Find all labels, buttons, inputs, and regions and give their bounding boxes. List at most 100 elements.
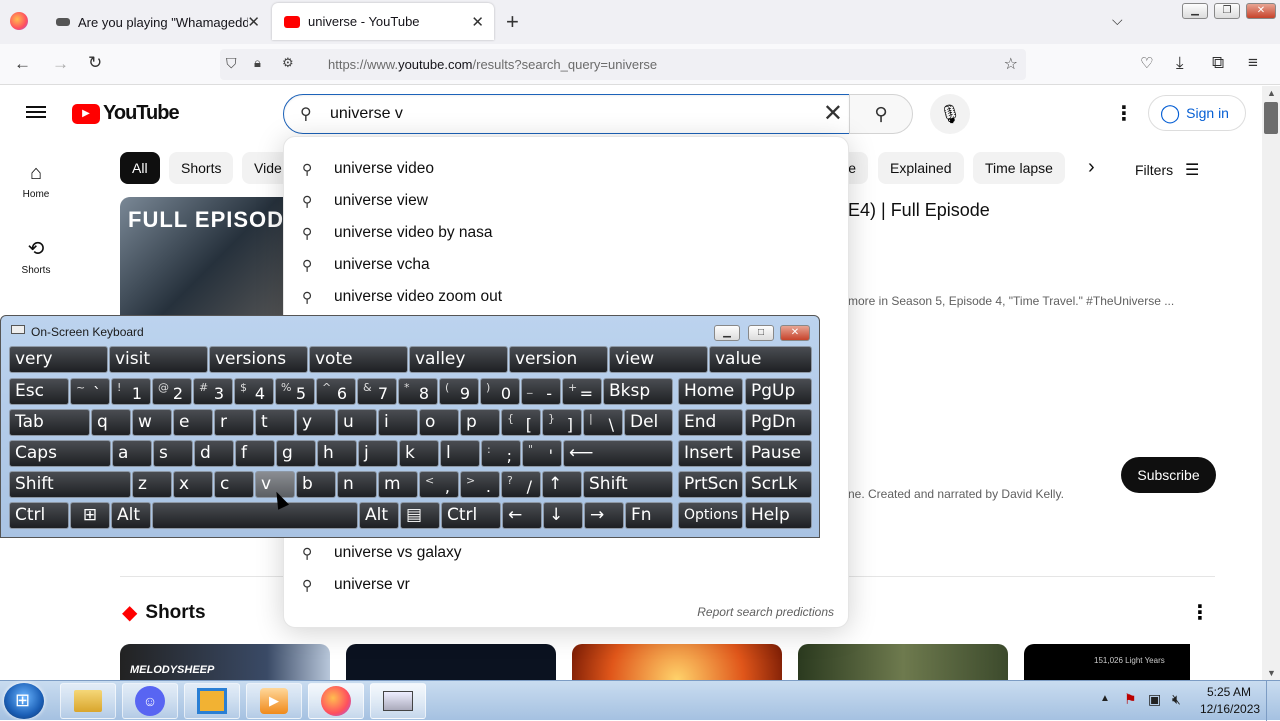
filters-button[interactable]: Filters ☰ xyxy=(1135,160,1199,180)
osk-key-options[interactable]: Options xyxy=(678,502,743,529)
osk-key-space[interactable] xyxy=(152,502,358,529)
osk-key-7[interactable]: & 7 xyxy=(357,378,397,405)
osk-key-o[interactable]: o xyxy=(419,409,459,436)
osk-key-down-arrow[interactable]: ↓ xyxy=(543,502,583,529)
youtube-logo[interactable]: ▶ YouTube xyxy=(72,102,180,125)
osk-key-enter[interactable]: ⟵ xyxy=(563,440,673,467)
chips-next-icon[interactable]: › xyxy=(1088,156,1095,179)
osk-key-c[interactable]: c xyxy=(214,471,254,498)
suggestion-item[interactable]: ⚲ universe video zoom out xyxy=(302,281,502,313)
osk-key-n[interactable]: n xyxy=(337,471,377,498)
tab-youtube[interactable]: universe - YouTube ✕ xyxy=(272,3,494,40)
report-predictions-link[interactable]: Report search predictions xyxy=(697,605,834,619)
osk-key-u[interactable]: u xyxy=(337,409,377,436)
osk-key-j[interactable]: j xyxy=(358,440,398,467)
taskbar-discord[interactable]: ☺ xyxy=(122,683,178,719)
osk-key-g[interactable]: g xyxy=(276,440,316,467)
tab-close-icon[interactable]: ✕ xyxy=(471,13,484,31)
short-thumbnail[interactable] xyxy=(798,644,1008,680)
osk-key-end[interactable]: End xyxy=(678,409,743,436)
taskbar-media-player[interactable]: ▶ xyxy=(246,683,302,719)
osk-key-pgup[interactable]: PgUp xyxy=(745,378,812,405)
new-tab-button[interactable]: + xyxy=(506,9,519,35)
osk-key-4[interactable]: $4 xyxy=(234,378,274,405)
tab-whamageddon[interactable]: Are you playing "Whamageddo ✕ xyxy=(44,0,270,44)
osk-prediction[interactable]: valley xyxy=(409,346,508,373)
shorts-more-icon[interactable]: ⋮ xyxy=(1190,600,1210,625)
osk-key-equals[interactable]: + = xyxy=(562,378,602,405)
search-button[interactable]: ⚲ xyxy=(849,94,913,134)
minimize-button[interactable]: ▁ xyxy=(1182,3,1208,19)
scroll-up-icon[interactable]: ▲ xyxy=(1267,88,1276,98)
list-all-tabs-icon[interactable]: ⌵ xyxy=(1112,12,1123,29)
osk-key-b[interactable]: b xyxy=(296,471,336,498)
taskbar-firefox[interactable] xyxy=(308,683,364,719)
restore-button[interactable]: ❐ xyxy=(1214,3,1240,19)
reload-icon[interactable]: ↻ xyxy=(88,53,102,73)
osk-close-button[interactable]: ✕ xyxy=(780,325,810,341)
osk-key-left-alt[interactable]: Alt xyxy=(111,502,151,529)
osk-key-tilde[interactable]: ~ ` xyxy=(70,378,110,405)
osk-key-z[interactable]: z xyxy=(132,471,172,498)
pocket-icon[interactable]: ♡ xyxy=(1140,54,1153,72)
osk-key-menu[interactable]: ▤ xyxy=(400,502,440,529)
osk-key-period[interactable]: >. xyxy=(460,471,500,498)
osk-prediction[interactable]: vote xyxy=(309,346,408,373)
search-input[interactable] xyxy=(330,103,790,125)
osk-key-del[interactable]: Del xyxy=(624,409,673,436)
osk-key-l[interactable]: l xyxy=(440,440,480,467)
osk-key-pgdn[interactable]: PgDn xyxy=(745,409,812,436)
osk-key-right-alt[interactable]: Alt xyxy=(359,502,399,529)
osk-key-e[interactable]: e xyxy=(173,409,213,436)
chip-all[interactable]: All xyxy=(120,152,160,184)
osk-key-6[interactable]: ^ 6 xyxy=(316,378,356,405)
osk-key-slash[interactable]: ? / xyxy=(501,471,541,498)
osk-key-i[interactable]: i xyxy=(378,409,418,436)
osk-key-caps[interactable]: Caps xyxy=(9,440,111,467)
osk-key-r[interactable]: r xyxy=(214,409,254,436)
short-thumbnail[interactable]: 151,026 Light Years xyxy=(1024,644,1190,680)
sidebar-item-shorts[interactable]: ⟲ Shorts xyxy=(4,236,68,276)
osk-key-backslash[interactable]: | \ xyxy=(583,409,623,436)
osk-key-0[interactable]: ) 0 xyxy=(480,378,520,405)
start-button[interactable]: ⊞ xyxy=(4,683,44,719)
short-thumbnail[interactable]: MELODYSHEEP xyxy=(120,644,330,680)
sidebar-item-home[interactable]: ⌂ Home xyxy=(4,162,68,200)
osk-key-windows[interactable]: ⊞ xyxy=(70,502,110,529)
tab-close-icon[interactable]: ✕ xyxy=(247,13,260,31)
osk-key-f[interactable]: f xyxy=(235,440,275,467)
chip-shorts[interactable]: Shorts xyxy=(169,152,234,184)
extensions-icon[interactable]: ⧉ xyxy=(1212,53,1224,73)
osk-key-left-bracket[interactable]: {[ xyxy=(501,409,541,436)
osk-key-3[interactable]: #3 xyxy=(193,378,233,405)
osk-key-m[interactable]: m xyxy=(378,471,418,498)
osk-key-home[interactable]: Home xyxy=(678,378,743,405)
osk-key-2[interactable]: @2 xyxy=(152,378,192,405)
osk-prediction[interactable]: visit xyxy=(109,346,208,373)
suggestion-item[interactable]: ⚲ universe vs galaxy xyxy=(302,537,462,569)
osk-key-9[interactable]: (9 xyxy=(439,378,479,405)
settings-more-icon[interactable]: ⋮ xyxy=(1114,101,1134,126)
osk-key-x[interactable]: x xyxy=(173,471,213,498)
chip-time-lapse[interactable]: Time lapse xyxy=(973,152,1065,184)
suggestion-item[interactable]: ⚲ universe view xyxy=(302,185,428,217)
osk-key-right-shift[interactable]: Shift xyxy=(583,471,673,498)
osk-key-left-ctrl[interactable]: Ctrl xyxy=(9,502,69,529)
guide-menu-icon[interactable] xyxy=(26,103,46,121)
short-thumbnail[interactable] xyxy=(572,644,782,680)
osk-prediction[interactable]: version xyxy=(509,346,608,373)
osk-key-tab[interactable]: Tab xyxy=(9,409,90,436)
volume-muted-icon[interactable]: 🔇︎ xyxy=(1172,691,1181,708)
osk-prediction[interactable]: versions xyxy=(209,346,308,373)
back-icon[interactable]: ← xyxy=(14,54,31,74)
osk-key-k[interactable]: k xyxy=(399,440,439,467)
taskbar-on-screen-keyboard[interactable] xyxy=(370,683,426,719)
firefox-menu-icon[interactable] xyxy=(10,12,28,30)
lock-icon[interactable]: 🔒︎ xyxy=(254,55,261,71)
osk-key-esc[interactable]: Esc xyxy=(9,378,69,405)
osk-key-minus[interactable]: _ - xyxy=(521,378,561,405)
osk-key-s[interactable]: s xyxy=(153,440,193,467)
osk-key-right-arrow[interactable]: → xyxy=(584,502,624,529)
osk-key-w[interactable]: w xyxy=(132,409,172,436)
osk-key-help[interactable]: Help xyxy=(745,502,812,529)
